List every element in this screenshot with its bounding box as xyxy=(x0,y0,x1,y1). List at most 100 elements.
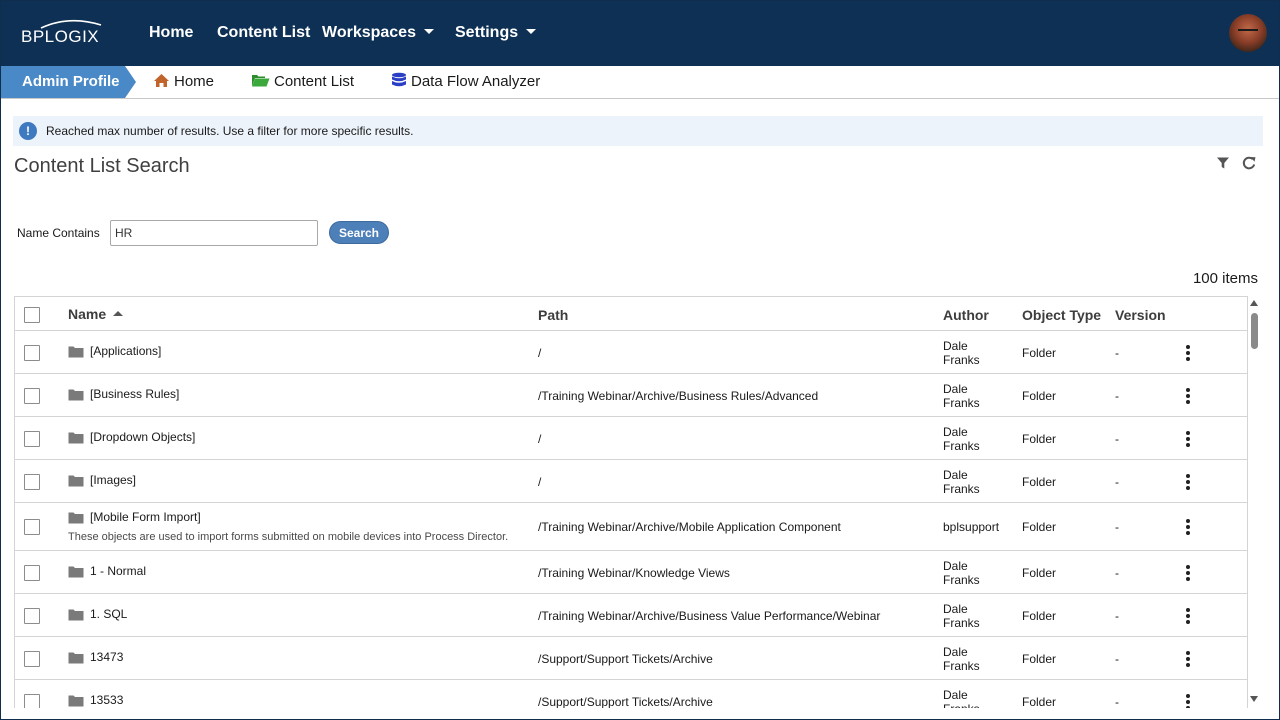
table-row[interactable]: 13473/Support/Support Tickets/Archive Dal… xyxy=(15,637,1247,680)
breadcrumb-data-flow-analyzer-label: Data Flow Analyzer xyxy=(411,73,541,90)
row-checkbox[interactable] xyxy=(24,388,40,404)
row-path: / xyxy=(538,432,542,446)
nav-settings-dropdown[interactable]: Settings xyxy=(455,24,537,42)
row-author: Dale Franks xyxy=(943,688,980,708)
row-object-type: Folder xyxy=(1022,520,1057,534)
table-row[interactable]: 1. SQL/Training Webinar/Archive/Business… xyxy=(15,594,1247,637)
row-actions-kebab-icon[interactable] xyxy=(1186,345,1190,363)
row-actions-kebab-icon[interactable] xyxy=(1186,474,1190,492)
row-author: bplsupport xyxy=(943,520,1000,534)
search-button[interactable]: Search xyxy=(329,221,389,244)
column-header-path[interactable]: Path xyxy=(538,307,568,323)
folder-icon xyxy=(68,345,84,363)
grid-header: Name Path Author Object Type Version xyxy=(15,297,1247,331)
filter-icon[interactable] xyxy=(1216,156,1230,170)
row-checkbox[interactable] xyxy=(24,519,40,535)
folder-icon xyxy=(68,608,84,626)
row-actions-kebab-icon[interactable] xyxy=(1186,694,1190,708)
row-author: Dale Franks xyxy=(943,468,980,496)
row-name[interactable]: [Business Rules] xyxy=(90,387,179,401)
row-author: Dale Franks xyxy=(943,645,980,673)
row-author: Dale Franks xyxy=(943,602,980,630)
row-name[interactable]: 13473 xyxy=(90,650,123,664)
row-path: /Training Webinar/Archive/Business Rules… xyxy=(538,389,819,403)
row-object-type: Folder xyxy=(1022,389,1057,403)
row-name[interactable]: [Mobile Form Import] xyxy=(90,510,201,524)
table-row[interactable]: [Images] / Dale Franks Folder - xyxy=(15,460,1247,503)
row-checkbox[interactable] xyxy=(24,694,40,708)
select-all-checkbox[interactable] xyxy=(24,307,40,323)
row-object-type: Folder xyxy=(1022,432,1057,446)
row-version: - xyxy=(1115,346,1119,360)
table-row[interactable]: 1 - Normal/Training Webinar/Knowledge Vi… xyxy=(15,551,1247,594)
column-header-object-type[interactable]: Object Type xyxy=(1022,307,1101,323)
info-icon: ! xyxy=(19,122,37,140)
row-object-type: Folder xyxy=(1022,475,1057,489)
row-name[interactable]: 1 - Normal xyxy=(90,564,146,578)
row-object-type: Folder xyxy=(1022,695,1057,708)
breadcrumb-home-label: Home xyxy=(174,73,215,90)
nav-workspaces-dropdown[interactable]: Workspaces xyxy=(322,24,434,42)
nav-settings-label: Settings xyxy=(455,24,519,41)
page-title: Content List Search xyxy=(14,155,190,177)
row-object-type: Folder xyxy=(1022,346,1057,360)
row-version: - xyxy=(1115,389,1119,403)
row-actions-kebab-icon[interactable] xyxy=(1186,608,1190,626)
breadcrumb-admin-profile[interactable]: Admin Profile xyxy=(1,66,136,98)
open-folder-icon xyxy=(252,75,270,87)
nav-content-list[interactable]: Content List xyxy=(217,24,310,42)
scroll-up-arrow-icon[interactable] xyxy=(1250,300,1258,306)
column-header-version[interactable]: Version xyxy=(1115,307,1166,323)
row-author: Dale Franks xyxy=(943,339,980,367)
bplogix-logo[interactable]: BPLOGIX xyxy=(19,19,109,47)
folder-icon xyxy=(68,565,84,583)
breadcrumb-data-flow-analyzer[interactable]: Data Flow Analyzer xyxy=(391,66,540,98)
row-path: / xyxy=(538,346,542,360)
row-name[interactable]: [Applications] xyxy=(90,344,161,358)
row-name[interactable]: 1. SQL xyxy=(90,607,127,621)
column-header-author[interactable]: Author xyxy=(943,307,989,323)
grid-scrollbar[interactable] xyxy=(1248,296,1262,708)
row-name[interactable]: [Dropdown Objects] xyxy=(90,430,195,444)
top-navbar: BPLOGIX Home Content List Workspaces Set… xyxy=(1,1,1279,66)
name-contains-input[interactable] xyxy=(110,220,318,246)
row-checkbox[interactable] xyxy=(24,431,40,447)
table-row[interactable]: 13533/Support/Support Tickets/Archive Dal… xyxy=(15,680,1247,708)
row-path: /Support/Support Tickets/Archive xyxy=(538,695,713,708)
avatar-glasses xyxy=(1238,29,1258,34)
refresh-icon[interactable] xyxy=(1241,155,1257,171)
row-actions-kebab-icon[interactable] xyxy=(1186,519,1190,537)
table-row[interactable]: [Mobile Form Import] These objects are us… xyxy=(15,503,1247,551)
row-object-type: Folder xyxy=(1022,652,1057,666)
home-icon xyxy=(154,73,169,87)
sort-ascending-icon xyxy=(113,310,124,316)
row-author: Dale Franks xyxy=(943,425,980,453)
column-header-name[interactable]: Name xyxy=(68,306,124,322)
scroll-down-arrow-icon[interactable] xyxy=(1250,696,1258,702)
name-contains-label: Name Contains xyxy=(17,226,100,240)
row-actions-kebab-icon[interactable] xyxy=(1186,565,1190,583)
row-checkbox[interactable] xyxy=(24,565,40,581)
row-checkbox[interactable] xyxy=(24,608,40,624)
row-object-type: Folder xyxy=(1022,609,1057,623)
user-avatar[interactable] xyxy=(1229,14,1267,52)
row-path: /Support/Support Tickets/Archive xyxy=(538,652,713,666)
table-row[interactable]: [Applications] / Dale Franks Folder - xyxy=(15,331,1247,374)
row-name[interactable]: 13533 xyxy=(90,693,123,707)
breadcrumb-content-list[interactable]: Content List xyxy=(251,66,354,98)
row-actions-kebab-icon[interactable] xyxy=(1186,431,1190,449)
row-actions-kebab-icon[interactable] xyxy=(1186,651,1190,669)
breadcrumb-home[interactable]: Home xyxy=(153,66,214,98)
table-row[interactable]: [Dropdown Objects] / Dale Franks Folder - xyxy=(15,417,1247,460)
row-checkbox[interactable] xyxy=(24,651,40,667)
scroll-thumb[interactable] xyxy=(1251,313,1258,349)
row-actions-kebab-icon[interactable] xyxy=(1186,388,1190,406)
database-icon xyxy=(392,72,406,87)
table-row[interactable]: [Business Rules] /Training Webinar/Archiv… xyxy=(15,374,1247,417)
chevron-down-icon xyxy=(526,29,537,35)
nav-home[interactable]: Home xyxy=(149,24,193,42)
row-version: - xyxy=(1115,609,1119,623)
row-checkbox[interactable] xyxy=(24,474,40,490)
row-checkbox[interactable] xyxy=(24,345,40,361)
row-name[interactable]: [Images] xyxy=(90,473,136,487)
